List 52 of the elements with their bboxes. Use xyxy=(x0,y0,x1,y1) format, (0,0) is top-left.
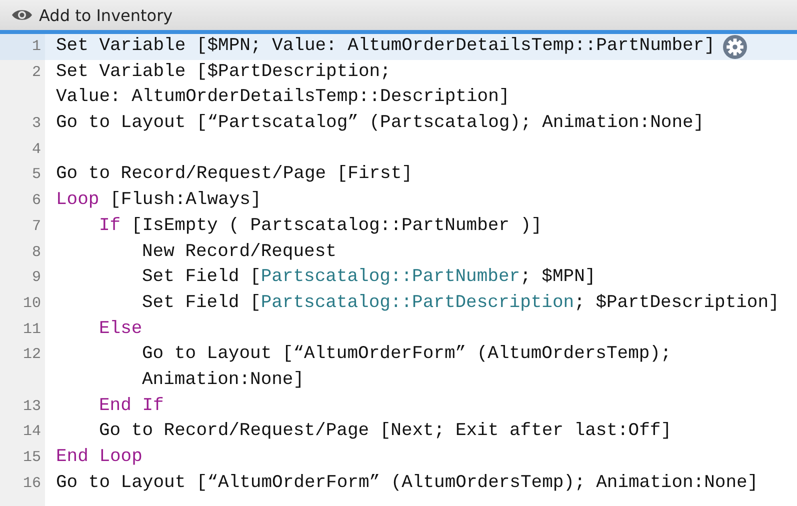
line-number: 13 xyxy=(22,396,42,417)
code-line: Go to Layout [“AltumOrderForm” (AltumOrdersTemp); xyxy=(142,343,672,366)
line-number: 15 xyxy=(22,448,42,468)
script-step[interactable]: 1 Set Variable [$MPN; Value: AltumOrderDetailsTemp::PartNumber] xyxy=(0,34,797,60)
code-line: End Loop xyxy=(56,446,142,470)
eye-icon xyxy=(11,8,33,22)
line-number: 2 xyxy=(32,62,42,83)
line-number: 16 xyxy=(22,474,42,494)
line-number: 1 xyxy=(32,37,42,57)
window-title: Add to Inventory xyxy=(39,6,173,24)
code-line: If [IsEmpty ( Partscatalog::PartNumber )] xyxy=(99,214,542,238)
script-step[interactable]: 16 Go to Layout [“AltumOrderForm” (AltumOrdersTemp); Animation:None] xyxy=(0,470,797,497)
line-number: 7 xyxy=(32,216,42,237)
script-step[interactable]: 10 Set Field [Partscatalog::PartDescription; $PartDescription] xyxy=(0,291,797,317)
line-number: 8 xyxy=(32,242,42,263)
code-line: Go to Record/Request/Page [Next; Exit after last:Off] xyxy=(99,420,672,444)
line-number: 3 xyxy=(32,114,42,134)
line-number: 5 xyxy=(32,165,42,186)
script-step[interactable]: 15 End Loop xyxy=(0,445,797,471)
code-line: End If xyxy=(99,394,164,418)
script-step[interactable]: 3 Go to Layout [“Partscatalog” (Partscatalog); Animation:None] xyxy=(0,111,797,137)
line-number: 11 xyxy=(22,320,42,340)
code-line: Set Field [Partscatalog::PartDescription; $PartDescription] xyxy=(142,292,780,315)
code-line: Go to Layout [“Partscatalog” (Partscatalog); Animation:None] xyxy=(56,112,704,136)
code-line: Else xyxy=(99,318,142,341)
code-line: New Record/Request xyxy=(142,240,336,264)
line-number: 14 xyxy=(22,422,42,442)
script-step[interactable]: 9 Set Field [Partscatalog::PartNumber; $MPN] xyxy=(0,265,797,291)
script-step[interactable]: 14 Go to Record/Request/Page [Next; Exit after last:Off] xyxy=(0,419,797,446)
line-number: 6 xyxy=(32,191,42,212)
code-line: Set Field [Partscatalog::PartNumber; $MPN] xyxy=(142,266,596,290)
code-line: Set Variable [$MPN; Value: AltumOrderDetailsTemp::PartNumber] xyxy=(56,35,715,58)
code-line: Go to Layout [“AltumOrderForm” (AltumOrdersTemp); Animation:None] xyxy=(56,472,758,495)
script-step[interactable]: 6 Loop [Flush:Always] xyxy=(0,188,797,214)
code-line: Animation:None] xyxy=(142,369,304,392)
script-step[interactable]: 13 End If xyxy=(0,394,797,420)
line-number: 12 xyxy=(22,345,42,366)
script-step[interactable]: 4 xyxy=(0,136,797,162)
code-line: Set Variable [$PartDescription; xyxy=(56,60,391,84)
code-line: Go to Record/Request/Page [First] xyxy=(56,163,412,186)
script-step[interactable]: 8 New Record/Request xyxy=(0,240,797,266)
script-step[interactable]: 11 Else xyxy=(0,316,797,342)
line-number: 10 xyxy=(22,294,42,314)
script-step[interactable]: 12 Go to Layout [“AltumOrderForm” (AltumOrdersTemp); Animation:None] xyxy=(0,342,797,394)
settings-icon[interactable] xyxy=(722,34,747,59)
script-step[interactable]: 7 If [IsEmpty ( Partscatalog::PartNumber )] xyxy=(0,214,797,240)
code-line: Value: AltumOrderDetailsTemp::Description] xyxy=(56,86,510,110)
line-number: 4 xyxy=(32,140,42,160)
script-step[interactable]: 5 Go to Record/Request/Page [First] xyxy=(0,162,797,188)
script-step[interactable]: 2 Set Variable [$PartDescription; Value: AltumOrderDetailsTemp::Description] xyxy=(0,60,797,112)
code-line: Loop [Flush:Always] xyxy=(56,189,262,212)
line-number: 9 xyxy=(32,268,42,288)
